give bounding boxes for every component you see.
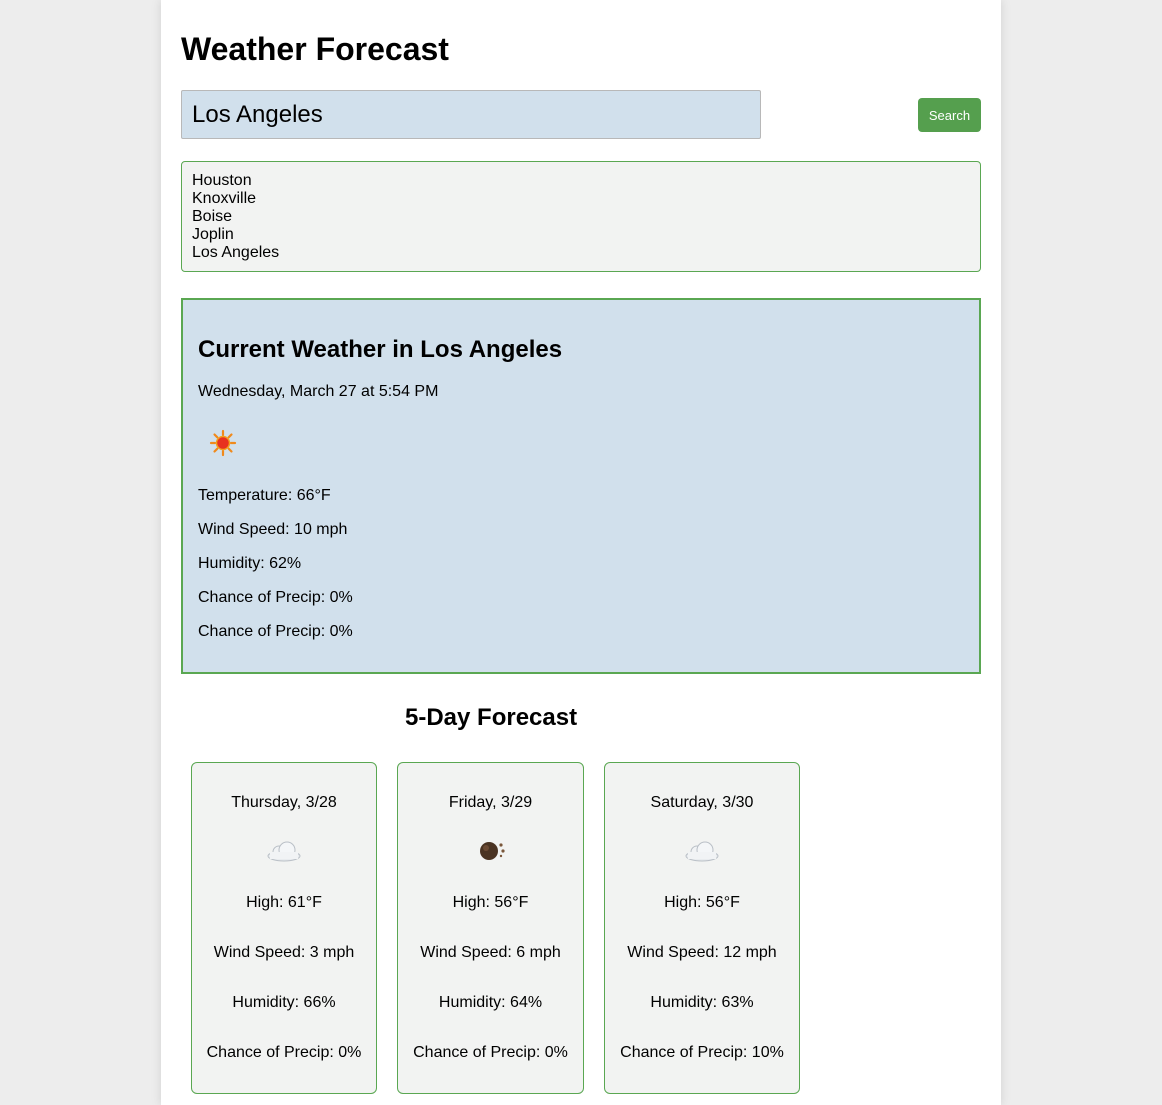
forecast-precip: Chance of Precip: 0% [413,1044,568,1061]
forecast-wind-speed: Wind Speed: 6 mph [420,944,561,961]
forecast-date: Friday, 3/29 [448,794,533,811]
forecast-wind-speed: Wind Speed: 12 mph [627,944,777,961]
forecast-humidity: Humidity: 64% [438,994,543,1011]
current-weather-title: Current Weather in Los Angeles [198,336,563,363]
forecast-card-friday: Friday, 3/29 High: 56°F Wind Speed: 6 mp… [397,762,584,1094]
current-wind-speed: Wind Speed: 10 mph [198,521,348,538]
search-history-list: Houston Knoxville Boise Joplin Los Angel… [181,161,981,272]
history-item-los-angeles[interactable]: Los Angeles [192,244,970,262]
search-input[interactable] [181,90,761,139]
history-item-knoxville[interactable]: Knoxville [192,190,970,208]
history-item-joplin[interactable]: Joplin [192,226,970,244]
forecast-date: Thursday, 3/28 [231,794,337,811]
search-button[interactable]: Search [918,98,981,132]
forecast-precip: Chance of Precip: 0% [206,1044,362,1061]
current-humidity: Humidity: 62% [198,555,302,572]
current-weather-panel: Current Weather in Los Angeles Wednesday… [181,298,981,674]
forecast-humidity: Humidity: 66% [232,994,336,1011]
forecast-title: 5-Day Forecast [405,704,578,731]
sun-icon [209,429,237,457]
forecast-humidity: Humidity: 63% [650,994,754,1011]
page-title: Weather Forecast [181,31,449,67]
current-weather-date: Wednesday, March 27 at 5:54 PM [198,383,439,400]
cloud-icon [267,841,301,862]
forecast-date: Saturday, 3/30 [650,794,754,811]
forecast-high: High: 56°F [452,894,529,911]
forecast-high: High: 61°F [246,894,322,911]
forecast-high: High: 56°F [664,894,740,911]
page-container: Weather Forecast Search Houston Knoxvill… [161,0,1001,1105]
forecast-card-saturday: Saturday, 3/30 High: 56°F Wind Speed: 12… [604,762,800,1094]
cloud-icon [685,841,719,862]
forecast-wind-speed: Wind Speed: 3 mph [213,944,355,961]
current-temperature: Temperature: 66°F [198,487,331,504]
history-item-boise[interactable]: Boise [192,208,970,226]
current-precip: Chance of Precip: 0% [198,589,353,606]
forecast-precip: Chance of Precip: 10% [620,1044,784,1061]
history-item-houston[interactable]: Houston [192,172,970,190]
forecast-card-thursday: Thursday, 3/28 High: 61°F Wind Speed: 3 … [191,762,377,1094]
current-precip-secondary: Chance of Precip: 0% [198,623,353,640]
rain-icon [479,842,505,860]
